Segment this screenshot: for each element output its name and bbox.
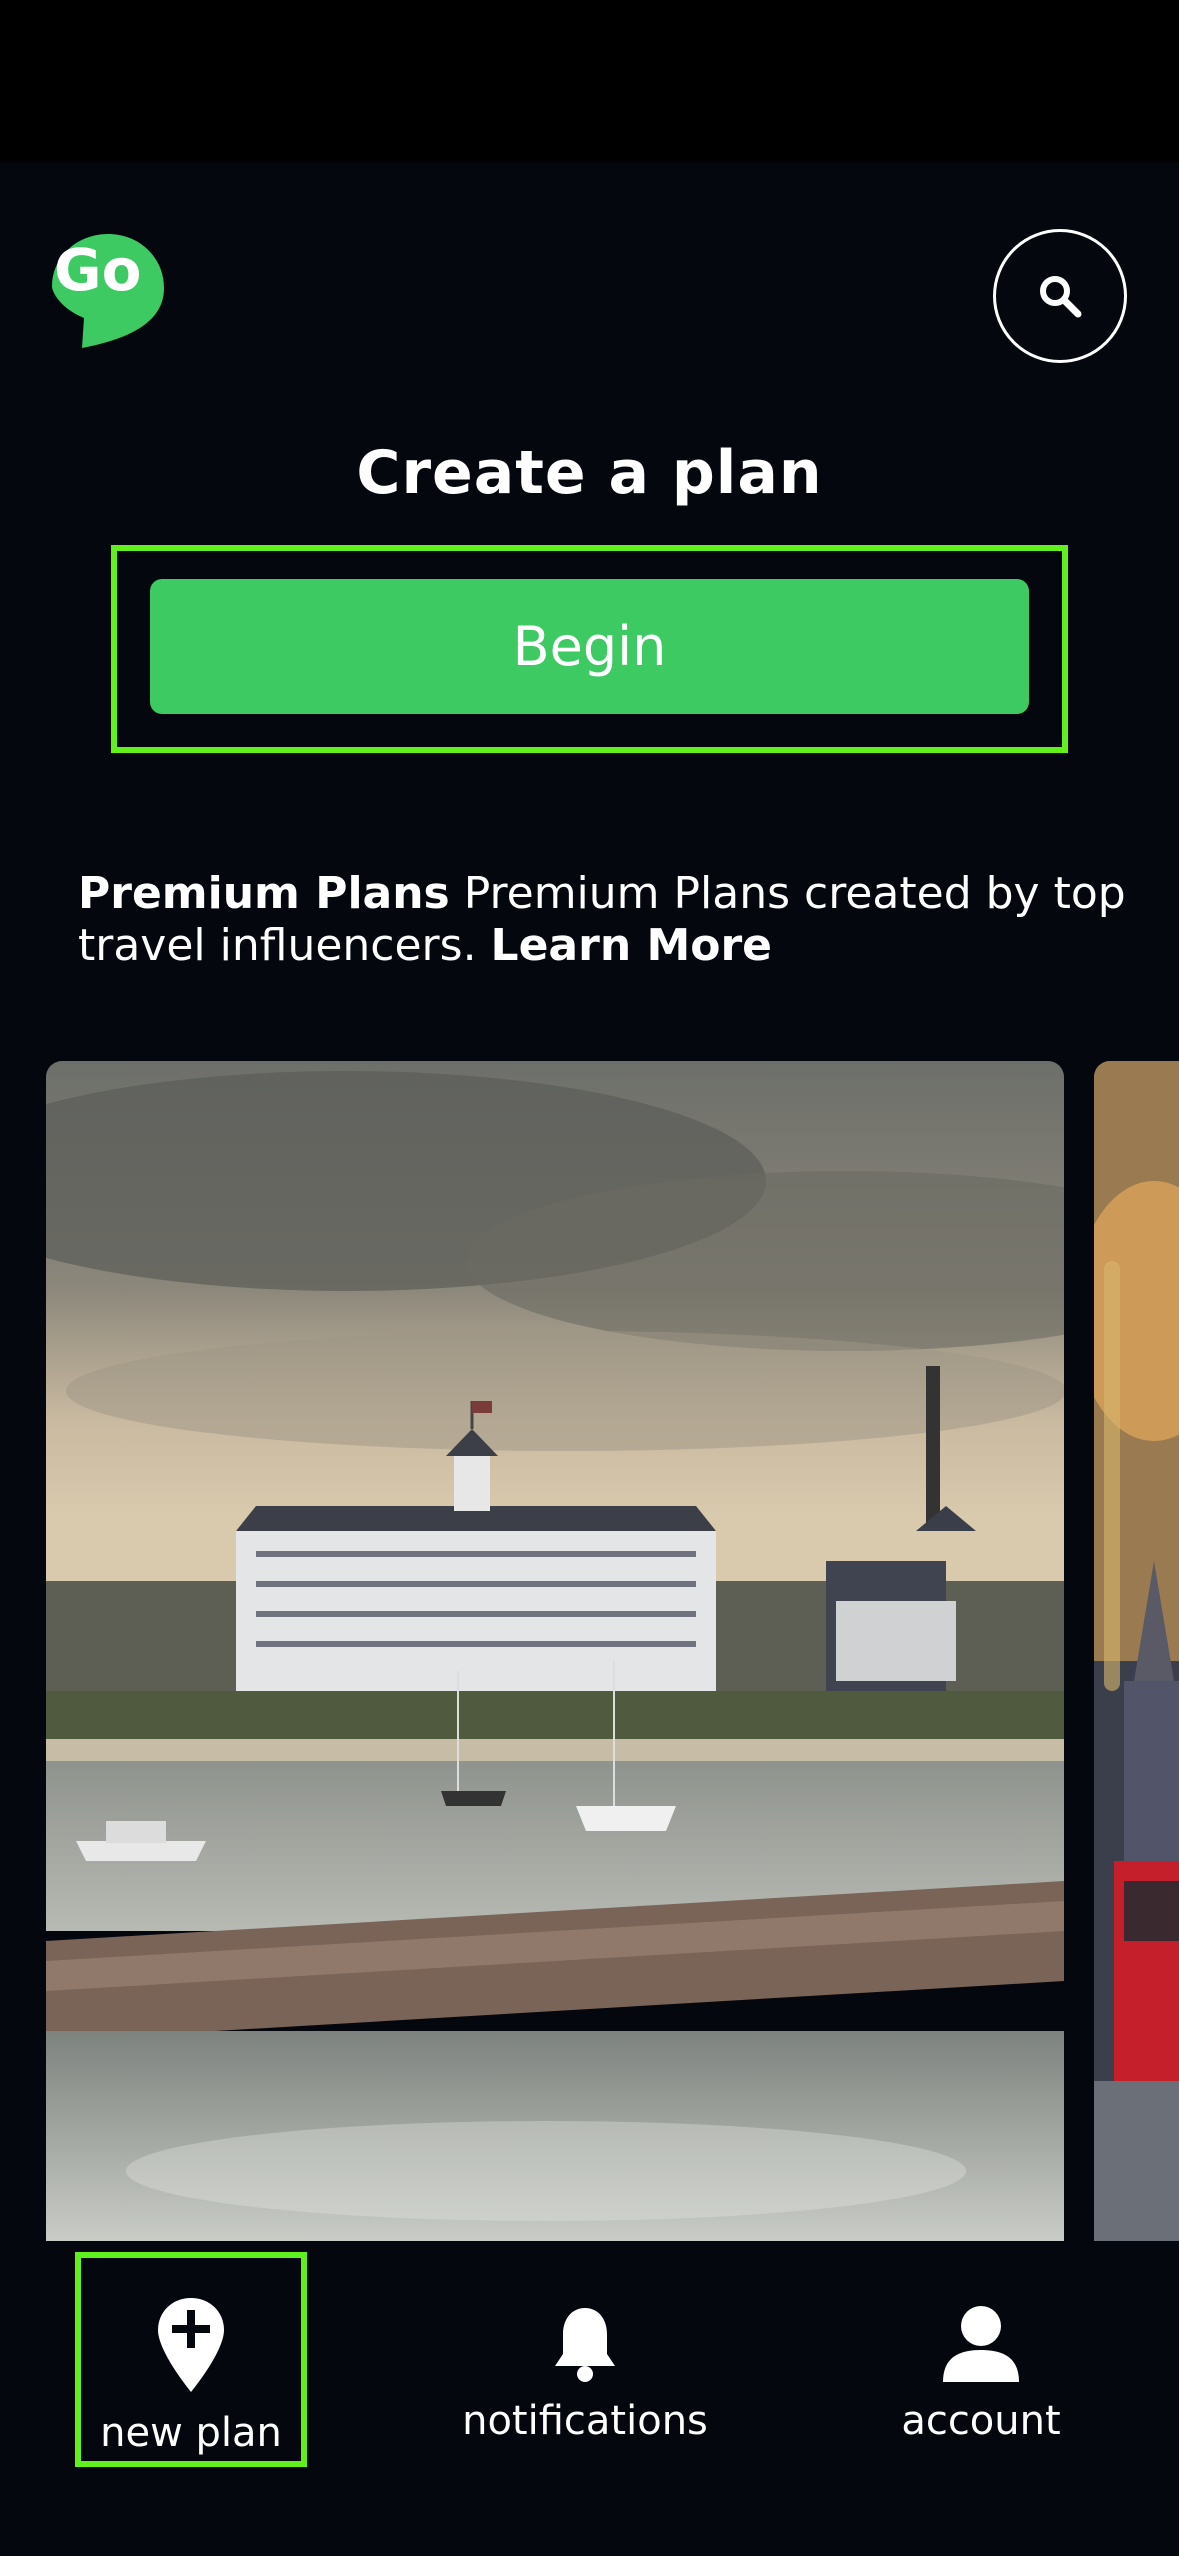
premium-plans-description: Premium Plans Premium Plans created by t…	[78, 868, 1158, 972]
premium-plans-heading: Premium Plans	[78, 868, 450, 919]
city-street-photo	[1094, 1061, 1179, 2241]
nav-notifications[interactable]: notifications	[440, 2252, 730, 2467]
page-title: Create a plan	[356, 438, 823, 508]
nav-account-label: account	[901, 2398, 1061, 2444]
harbor-hotel-photo	[46, 1061, 1064, 2241]
nav-new-plan-label: new plan	[100, 2410, 282, 2456]
go-logo-icon: Go	[52, 234, 164, 348]
map-pin-plus-icon	[158, 2298, 224, 2392]
bell-icon	[555, 2308, 615, 2382]
search-button[interactable]	[993, 229, 1127, 363]
premium-plan-card-next[interactable]	[1094, 1061, 1179, 2241]
search-icon	[1040, 276, 1082, 318]
nav-new-plan[interactable]: new plan	[75, 2252, 307, 2467]
status-bar	[0, 0, 1179, 162]
nav-account[interactable]: account	[870, 2252, 1092, 2467]
learn-more-link[interactable]: Learn More	[491, 920, 772, 971]
svg-text:Go: Go	[54, 236, 141, 304]
person-icon	[943, 2306, 1019, 2382]
premium-plan-card[interactable]	[46, 1061, 1064, 2241]
begin-button[interactable]: Begin	[150, 579, 1029, 714]
nav-notifications-label: notifications	[462, 2398, 708, 2444]
app-logo[interactable]: Go	[46, 228, 170, 352]
